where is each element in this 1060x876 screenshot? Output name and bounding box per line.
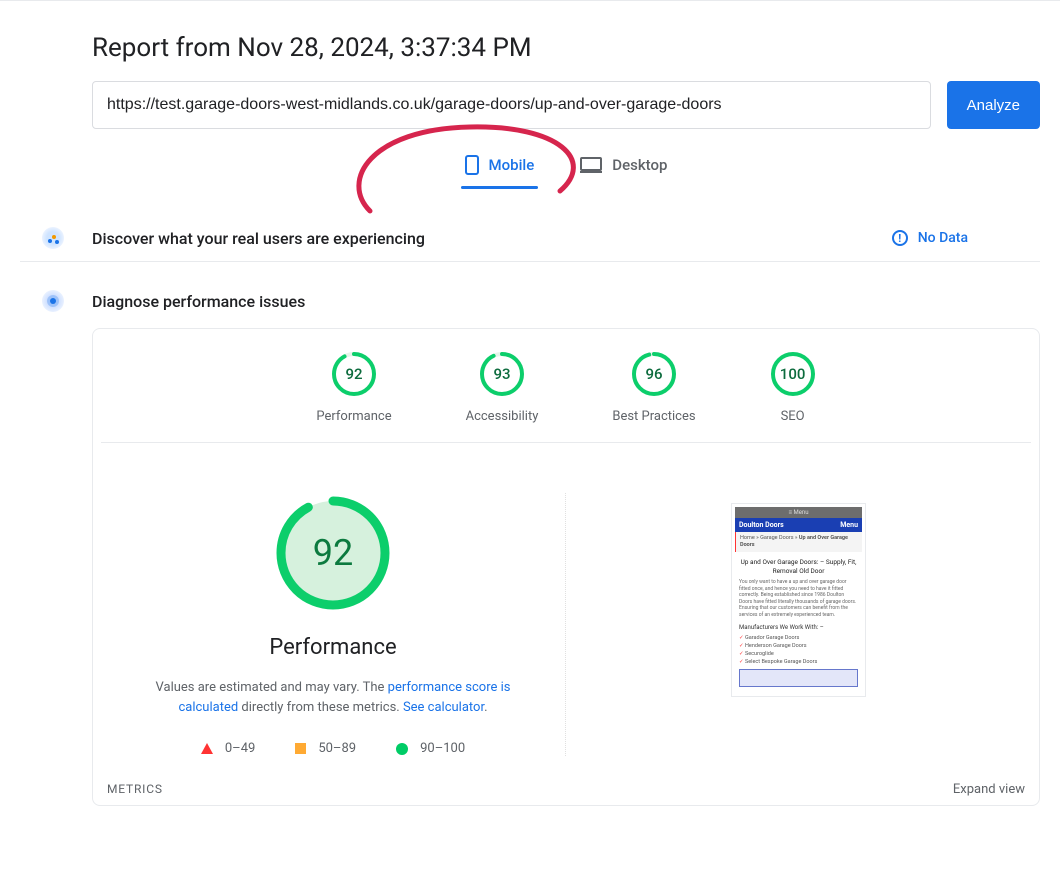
metric-accessibility-label: Accessibility [466, 409, 539, 424]
gauge-seo-value: 100 [770, 351, 816, 397]
see-calculator-link[interactable]: See calculator [403, 700, 484, 715]
tab-desktop-label: Desktop [612, 156, 667, 174]
score-legend: 0–49 50–89 90–100 [201, 741, 465, 756]
gauge-seo: 100 [770, 351, 816, 397]
no-data-label: No Data [918, 230, 968, 246]
metric-performance-label: Performance [316, 409, 391, 424]
diagnose-section-row: Diagnose performance issues [20, 262, 1040, 316]
gauge-bestpractices-value: 96 [631, 351, 677, 397]
thumb-li4: Select Bespoke Garage Doors [739, 659, 858, 665]
device-tabs: Mobile Desktop [20, 149, 1040, 187]
metric-seo-label: SEO [781, 409, 805, 424]
metric-performance[interactable]: 92 Performance [316, 351, 391, 424]
discover-icon [42, 227, 64, 249]
tab-mobile[interactable]: Mobile [461, 149, 539, 187]
main-container: Report from Nov 28, 2024, 3:37:34 PM Ana… [0, 33, 1060, 806]
performance-description: Values are estimated and may vary. The p… [121, 678, 545, 717]
metrics-header-row: METRICS Expand view [93, 766, 1039, 805]
discover-section-row: Discover what your real users are experi… [20, 223, 1040, 262]
legend-pass: 90–100 [396, 741, 465, 756]
url-row: Analyze [20, 81, 1040, 129]
diagnose-title: Diagnose performance issues [92, 292, 968, 311]
discover-title: Discover what your real users are experi… [92, 229, 872, 248]
tab-mobile-label: Mobile [489, 156, 535, 174]
legend-average: 50–89 [295, 741, 356, 756]
report-title: Report from Nov 28, 2024, 3:37:34 PM [20, 33, 1040, 63]
metric-bestpractices-label: Best Practices [612, 409, 695, 424]
performance-right: ≡ Menu Doulton DoorsMenu Home » Garage D… [566, 493, 1031, 756]
legend-fail: 0–49 [201, 741, 255, 756]
expand-view-link[interactable]: Expand view [953, 782, 1025, 797]
gauge-performance: 92 [331, 351, 377, 397]
performance-left: 92 Performance Values are estimated and … [101, 493, 566, 756]
mobile-icon [465, 155, 479, 175]
metric-seo[interactable]: 100 SEO [770, 351, 816, 424]
thumb-li1: Garador Garage Doors [739, 635, 858, 641]
triangle-icon [201, 743, 213, 754]
analyze-button[interactable]: Analyze [947, 81, 1040, 129]
thumb-paragraph: You only want to have a up and over gara… [739, 579, 858, 618]
url-input[interactable] [92, 81, 931, 129]
thumb-li3: Securoglide [739, 651, 858, 657]
tab-desktop[interactable]: Desktop [576, 149, 671, 187]
performance-section: 92 Performance Values are estimated and … [93, 443, 1039, 766]
no-data-badge[interactable]: ! No Data [892, 230, 968, 246]
thumb-footer-image [739, 669, 858, 687]
info-icon: ! [892, 230, 908, 246]
square-icon [295, 743, 306, 754]
top-divider [0, 0, 1060, 1]
gauge-bestpractices: 96 [631, 351, 677, 397]
metric-bestpractices[interactable]: 96 Best Practices [612, 351, 695, 424]
page-thumbnail: ≡ Menu Doulton DoorsMenu Home » Garage D… [731, 503, 866, 697]
metrics-label: METRICS [107, 782, 163, 797]
thumb-li2: Henderson Garage Doors [739, 643, 858, 649]
thumb-breadcrumb: Home » Garage Doors » Up and Over Garage… [735, 532, 862, 552]
thumb-heading: Up and Over Garage Doors: – Supply, Fit,… [739, 558, 858, 575]
gauge-accessibility: 93 [479, 351, 525, 397]
performance-heading: Performance [269, 635, 396, 660]
diagnose-icon [42, 290, 64, 312]
thumb-header: Doulton DoorsMenu [735, 518, 862, 532]
gauge-performance-value: 92 [331, 351, 377, 397]
metrics-row: 92 Performance 93 Accessibility 96 Best … [101, 351, 1031, 443]
gauge-accessibility-value: 93 [479, 351, 525, 397]
diagnose-panel: 92 Performance 93 Accessibility 96 Best … [92, 328, 1040, 806]
metric-accessibility[interactable]: 93 Accessibility [466, 351, 539, 424]
gauge-main: 92 [273, 493, 393, 613]
gauge-main-value: 92 [273, 493, 393, 613]
circle-icon [396, 743, 408, 755]
thumb-topbar: ≡ Menu [735, 507, 862, 518]
thumb-subheading: Manufacturers We Work With: – [739, 624, 858, 631]
desktop-icon [580, 157, 602, 173]
thumb-body: Up and Over Garage Doors: – Supply, Fit,… [735, 552, 862, 693]
